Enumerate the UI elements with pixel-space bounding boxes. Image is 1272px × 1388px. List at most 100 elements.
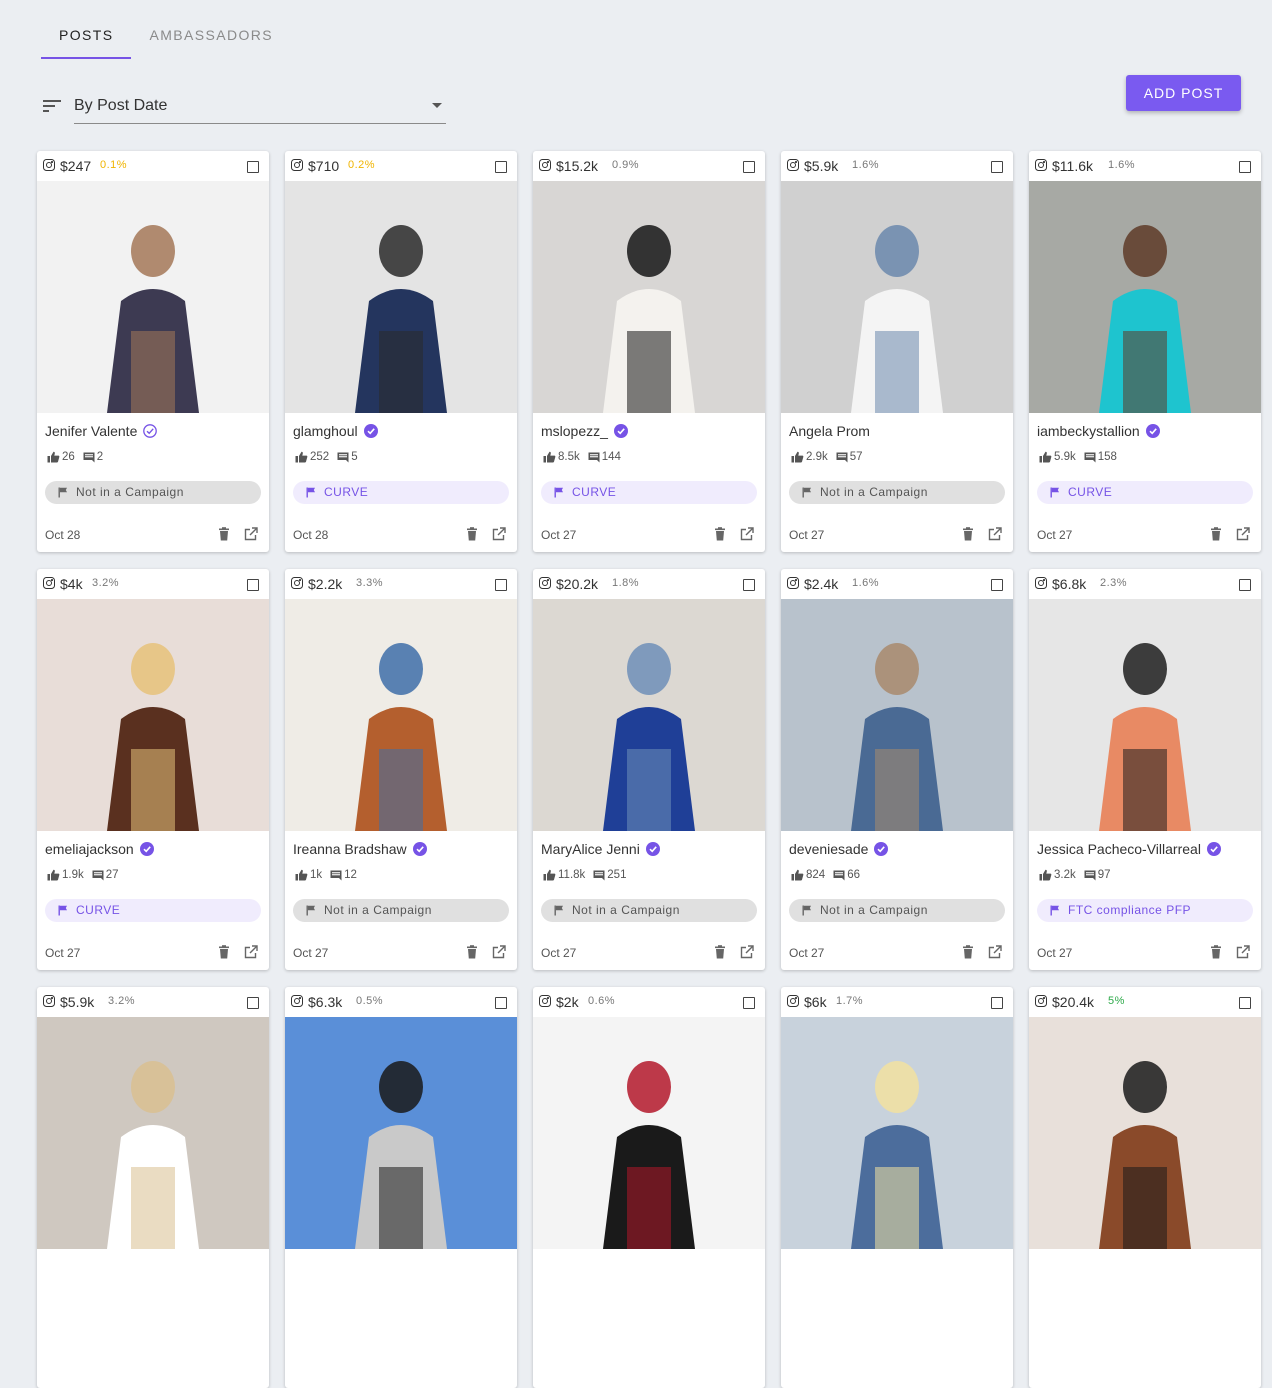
external-link-icon[interactable] — [492, 527, 506, 541]
trash-icon[interactable] — [714, 945, 726, 959]
post-value: $2.4k — [804, 576, 839, 592]
add-post-button[interactable]: ADD POST — [1126, 75, 1241, 111]
creator-name[interactable]: emeliajackson — [45, 841, 134, 857]
post-card[interactable]: $2k 0.6% — [533, 987, 765, 1388]
select-checkbox[interactable] — [991, 161, 1003, 173]
likes-count: 8.5k — [558, 451, 580, 463]
trash-icon[interactable] — [714, 527, 726, 541]
instagram-icon — [43, 577, 55, 589]
creator-name[interactable]: mslopezz_ — [541, 423, 608, 439]
campaign-chip[interactable]: CURVE — [45, 899, 261, 922]
campaign-chip[interactable]: FTC compliance PFP — [1037, 899, 1253, 922]
creator-name[interactable]: deveniesade — [789, 841, 868, 857]
trash-icon[interactable] — [962, 945, 974, 959]
external-link-icon[interactable] — [988, 527, 1002, 541]
select-checkbox[interactable] — [743, 161, 755, 173]
external-link-icon[interactable] — [740, 945, 754, 959]
post-image[interactable] — [37, 1017, 269, 1249]
post-image[interactable] — [533, 599, 765, 831]
external-link-icon[interactable] — [1236, 945, 1250, 959]
select-checkbox[interactable] — [1239, 997, 1251, 1009]
creator-name[interactable]: Ireanna Bradshaw — [293, 841, 407, 857]
campaign-chip[interactable]: Not in a Campaign — [789, 481, 1005, 504]
post-card[interactable]: $5.9k 1.6% Angela Prom 2.9k 57 Not in a Campa… — [781, 151, 1013, 552]
select-checkbox[interactable] — [495, 579, 507, 591]
campaign-chip[interactable]: CURVE — [1037, 481, 1253, 504]
external-link-icon[interactable] — [740, 527, 754, 541]
sort-select[interactable]: By Post Date — [74, 92, 446, 124]
post-image[interactable] — [781, 599, 1013, 831]
post-image[interactable] — [1029, 1017, 1261, 1249]
select-checkbox[interactable] — [1239, 161, 1251, 173]
post-card[interactable]: $6.8k 2.3% Jessica Pacheco-Villarreal 3.2k 9… — [1029, 569, 1261, 970]
post-card[interactable]: $6k 1.7% — [781, 987, 1013, 1388]
creator-name[interactable]: iambeckystallion — [1037, 423, 1140, 439]
post-image[interactable] — [37, 599, 269, 831]
trash-icon[interactable] — [962, 527, 974, 541]
post-card[interactable]: $20.2k 1.8% MaryAlice Jenni 11.8k 251 Not in … — [533, 569, 765, 970]
campaign-chip[interactable]: Not in a Campaign — [45, 481, 261, 504]
comment-icon — [330, 870, 342, 880]
creator-name[interactable]: Jenifer Valente — [45, 423, 137, 439]
select-checkbox[interactable] — [495, 161, 507, 173]
select-checkbox[interactable] — [1239, 579, 1251, 591]
tab-posts[interactable]: POSTS — [41, 0, 132, 59]
post-card[interactable]: $5.9k 3.2% — [37, 987, 269, 1388]
post-image[interactable] — [781, 181, 1013, 413]
select-checkbox[interactable] — [247, 997, 259, 1009]
post-image[interactable] — [781, 1017, 1013, 1249]
select-checkbox[interactable] — [247, 579, 259, 591]
creator-name[interactable]: MaryAlice Jenni — [541, 841, 640, 857]
trash-icon[interactable] — [466, 527, 478, 541]
post-stats: 1k 12 — [295, 869, 357, 881]
likes-count: 1k — [310, 869, 323, 881]
creator-name[interactable]: Angela Prom — [789, 423, 870, 439]
select-checkbox[interactable] — [743, 997, 755, 1009]
external-link-icon[interactable] — [244, 945, 258, 959]
post-card[interactable]: $2.2k 3.3% Ireanna Bradshaw 1k 12 Not in a Ca… — [285, 569, 517, 970]
select-checkbox[interactable] — [743, 579, 755, 591]
trash-icon[interactable] — [1210, 527, 1222, 541]
post-card[interactable]: $11.6k 1.6% iambeckystallion 5.9k 158 CURVE Oc… — [1029, 151, 1261, 552]
post-image[interactable] — [533, 1017, 765, 1249]
creator-name[interactable]: Jessica Pacheco-Villarreal — [1037, 841, 1201, 857]
campaign-chip[interactable]: CURVE — [293, 481, 509, 504]
post-card[interactable]: $4k 3.2% emeliajackson 1.9k 27 CURVE Oct 27 — [37, 569, 269, 970]
external-link-icon[interactable] — [1236, 527, 1250, 541]
post-image[interactable] — [37, 181, 269, 413]
external-link-icon[interactable] — [988, 945, 1002, 959]
external-link-icon[interactable] — [244, 527, 258, 541]
trash-icon[interactable] — [466, 945, 478, 959]
post-card[interactable]: $710 0.2% glamghoul 252 5 CURVE Oct 28 — [285, 151, 517, 552]
post-image[interactable] — [285, 181, 517, 413]
likes-count: 11.8k — [558, 869, 586, 881]
post-image[interactable] — [533, 181, 765, 413]
tab-ambassadors[interactable]: AMBASSADORS — [131, 0, 291, 59]
trash-icon[interactable] — [218, 945, 230, 959]
trash-icon[interactable] — [218, 527, 230, 541]
post-image[interactable] — [285, 1017, 517, 1249]
select-checkbox[interactable] — [247, 161, 259, 173]
select-checkbox[interactable] — [991, 997, 1003, 1009]
post-card[interactable]: $6.3k 0.5% — [285, 987, 517, 1388]
sort-icon[interactable] — [41, 98, 63, 114]
campaign-chip[interactable]: CURVE — [541, 481, 757, 504]
instagram-icon — [43, 995, 55, 1007]
post-image[interactable] — [285, 599, 517, 831]
post-card[interactable]: $20.4k 5% — [1029, 987, 1261, 1388]
flag-icon — [58, 487, 67, 498]
post-image[interactable] — [1029, 599, 1261, 831]
post-card[interactable]: $2.4k 1.6% deveniesade 824 66 Not in a Campai… — [781, 569, 1013, 970]
creator-name[interactable]: glamghoul — [293, 423, 358, 439]
post-image[interactable] — [1029, 181, 1261, 413]
select-checkbox[interactable] — [991, 579, 1003, 591]
post-card[interactable]: $247 0.1% Jenifer Valente 26 2 Not in a Campa… — [37, 151, 269, 552]
flag-icon — [802, 905, 811, 916]
external-link-icon[interactable] — [492, 945, 506, 959]
campaign-chip[interactable]: Not in a Campaign — [789, 899, 1005, 922]
campaign-chip[interactable]: Not in a Campaign — [541, 899, 757, 922]
trash-icon[interactable] — [1210, 945, 1222, 959]
post-card[interactable]: $15.2k 0.9% mslopezz_ 8.5k 144 CURVE Oct 27 — [533, 151, 765, 552]
campaign-chip[interactable]: Not in a Campaign — [293, 899, 509, 922]
select-checkbox[interactable] — [495, 997, 507, 1009]
